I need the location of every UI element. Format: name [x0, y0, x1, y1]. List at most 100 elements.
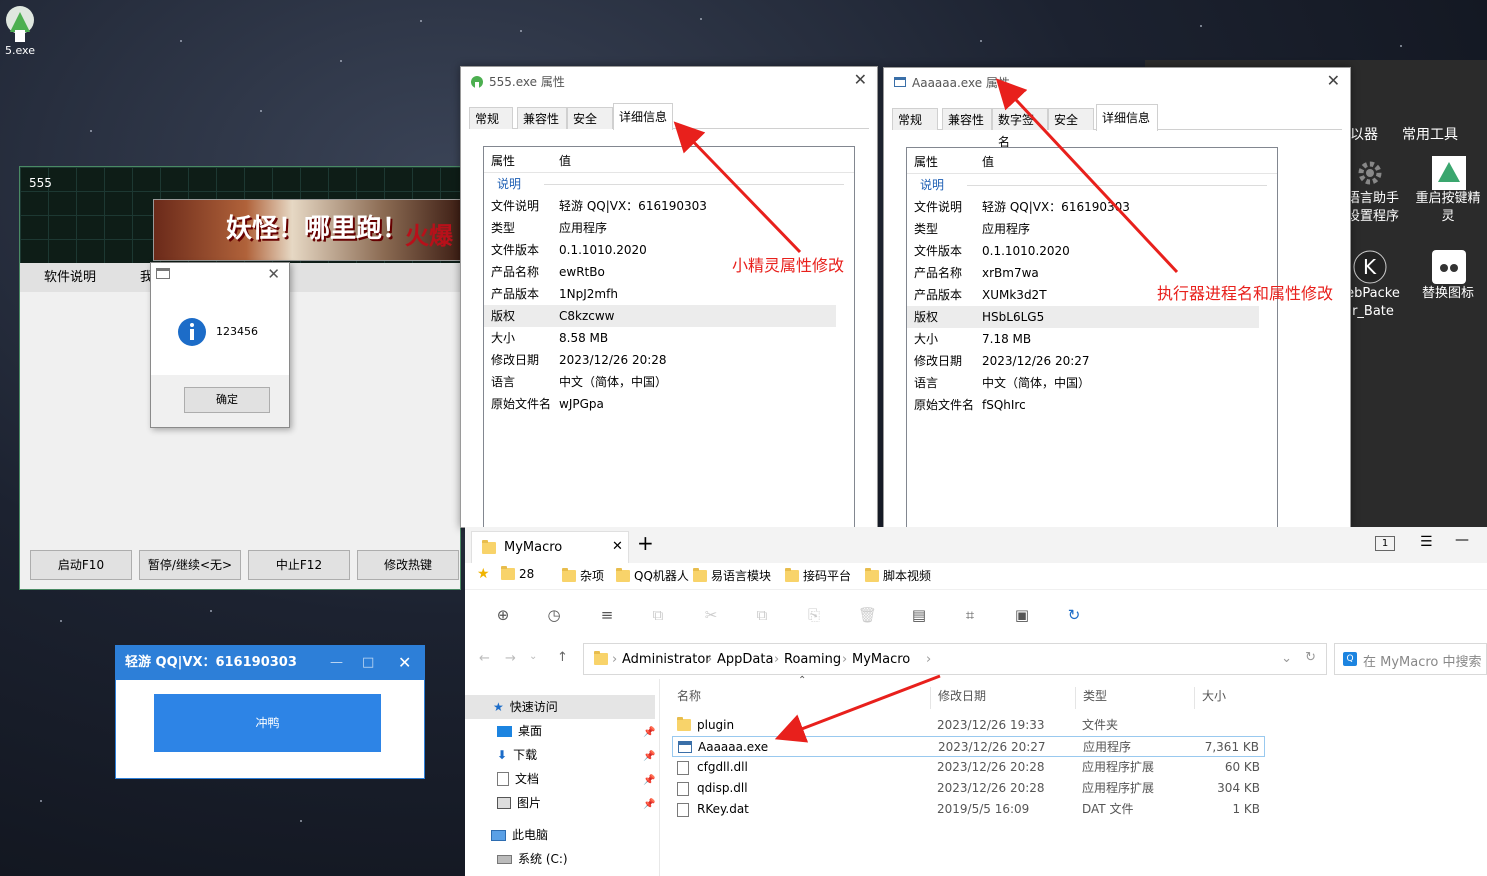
favorite-item[interactable]: 易语言模块	[693, 567, 771, 584]
game-banner[interactable]: 妖怪！哪里跑！ 火爆	[153, 199, 460, 261]
menu-icon[interactable]: ☰	[1420, 534, 1433, 550]
col-value[interactable]: 值	[559, 152, 571, 169]
close-icon[interactable]: ✕	[612, 539, 623, 554]
ok-button[interactable]: 确定	[184, 387, 270, 413]
detail-row[interactable]: 类型 应用程序	[907, 218, 1277, 240]
minimize-icon[interactable]: —	[330, 646, 343, 680]
tab-compatibility[interactable]: 兼容性	[942, 108, 992, 130]
col-size[interactable]: 大小	[1194, 687, 1226, 709]
panel-item-2[interactable]: 重启按键精灵	[1413, 190, 1483, 226]
edit-hotkey-button[interactable]: 修改热键	[357, 550, 459, 580]
stop-button[interactable]: 中止F12	[248, 550, 350, 580]
tab-details[interactable]: 详细信息	[1096, 104, 1158, 131]
nav-documents[interactable]: 文档	[497, 768, 539, 790]
refresh-icon[interactable]: ↻	[1066, 607, 1082, 623]
detail-row[interactable]: 修改日期 2023/12/26 20:28	[484, 349, 854, 371]
file-row[interactable]: qdisp.dll 2023/12/26 20:28 应用程序扩展 304 KB	[672, 778, 1265, 799]
favorite-item[interactable]: 28	[501, 566, 534, 581]
rename-icon[interactable]: ⎘	[806, 607, 822, 623]
crop-icon[interactable]: ⌗	[962, 607, 978, 623]
tab-general[interactable]: 常规	[469, 107, 513, 129]
panel-item-4[interactable]: 替换图标	[1413, 285, 1483, 303]
file-row[interactable]: cfgdll.dll 2023/12/26 20:28 应用程序扩展 60 KB	[672, 757, 1265, 778]
chevron-right-icon[interactable]: ›	[774, 652, 779, 667]
pin-icon[interactable]: 📌	[643, 799, 655, 810]
page-indicator[interactable]: 1	[1375, 536, 1395, 551]
nav-downloads[interactable]: ⬇ 下载	[497, 744, 537, 766]
pause-resume-button[interactable]: 暂停/继续<无>	[139, 550, 241, 580]
nav-desktop[interactable]: 桌面	[497, 720, 542, 742]
detail-row[interactable]: 修改日期 2023/12/26 20:27	[907, 350, 1277, 372]
favorite-item[interactable]: 脚本视频	[865, 567, 931, 584]
favorite-item[interactable]: 接码平台	[785, 567, 851, 584]
detail-row[interactable]: 产品版本 1NpJ2mfh	[484, 283, 854, 305]
breadcrumb-item[interactable]: Roaming	[784, 652, 841, 667]
close-icon[interactable]: ✕	[398, 646, 411, 680]
search-box[interactable]: Q 在 MyMacro 中搜索	[1334, 643, 1487, 675]
chevron-right-icon[interactable]: ›	[842, 652, 847, 667]
cut-icon[interactable]: ✂	[703, 607, 719, 623]
properties-icon[interactable]: ▤	[911, 607, 927, 623]
star-icon[interactable]: ★	[477, 566, 490, 582]
tab-mymacro[interactable]: MyMacro ✕	[471, 531, 629, 563]
tab-details[interactable]: 详细信息	[613, 103, 673, 130]
detail-row[interactable]: 语言 中文（简体，中国）	[484, 371, 854, 393]
close-icon[interactable]: ✕	[854, 70, 867, 89]
col-attribute[interactable]: 属性	[914, 153, 938, 170]
tab-security[interactable]: 安全	[1048, 108, 1094, 130]
up-icon[interactable]: ↑	[557, 650, 568, 665]
detail-row[interactable]: 大小 8.58 MB	[484, 327, 854, 349]
back-icon[interactable]: ←	[479, 651, 490, 666]
nav-quick-access[interactable]: ★ 快速访问	[493, 696, 558, 718]
pin-icon[interactable]: 📌	[643, 775, 655, 786]
tab-compatibility[interactable]: 兼容性	[517, 107, 567, 129]
file-row[interactable]: Aaaaaa.exe 2023/12/26 20:27 应用程序 7,361 KB	[672, 736, 1265, 757]
detail-row[interactable]: 版权 HSbL6LG5	[907, 306, 1259, 328]
file-row[interactable]: plugin 2023/12/26 19:33 文件夹	[672, 715, 1265, 736]
file-row[interactable]: RKey.dat 2019/5/5 16:09 DAT 文件 1 KB	[672, 799, 1265, 820]
chevron-right-icon[interactable]: ›	[926, 652, 931, 667]
minimize-icon[interactable]: —	[1455, 532, 1469, 548]
breadcrumb-item[interactable]: MyMacro	[852, 652, 910, 667]
forward-icon[interactable]: →	[505, 651, 516, 666]
breadcrumb-item[interactable]: AppData	[717, 652, 773, 667]
detail-row[interactable]: 类型 应用程序	[484, 217, 854, 239]
tab-security[interactable]: 安全	[567, 107, 613, 129]
new-item-icon[interactable]: ⊕	[495, 607, 511, 623]
view-icon[interactable]: ≡	[599, 607, 615, 623]
address-bar[interactable]: › Administrator › AppData › Roaming › MyMacro › …	[583, 643, 1327, 675]
col-type[interactable]: 类型	[1075, 687, 1107, 709]
go-button[interactable]: 冲鸭	[154, 694, 381, 752]
chevron-down-icon[interactable]: ⌄	[1281, 651, 1292, 666]
start-button[interactable]: 启动F10	[30, 550, 132, 580]
history-icon[interactable]: ◷	[546, 607, 562, 623]
favorite-item[interactable]: 杂项	[562, 567, 604, 584]
save-icon[interactable]: ▣	[1014, 607, 1030, 623]
detail-row[interactable]: 大小 7.18 MB	[907, 328, 1277, 350]
detail-row[interactable]: 文件版本 0.1.1010.2020	[907, 240, 1277, 262]
delete-icon[interactable]: 🗑	[858, 607, 877, 623]
detail-row[interactable]: 原始文件名 fSQhIrc	[907, 394, 1277, 416]
maximize-icon[interactable]: □	[362, 646, 374, 680]
nav-drive-c[interactable]: 系统 (C:)	[497, 848, 568, 870]
detail-row[interactable]: 文件说明 轻游 QQ|VX：616190303	[907, 196, 1277, 218]
detail-row[interactable]: 语言 中文（简体，中国）	[907, 372, 1277, 394]
favorite-item[interactable]: QQ机器人	[616, 567, 689, 584]
breadcrumb-item[interactable]: Administrator	[622, 652, 711, 667]
pin-icon[interactable]: 📌	[643, 751, 655, 762]
paste-icon[interactable]: ⧉	[754, 607, 770, 623]
col-attribute[interactable]: 属性	[491, 152, 515, 169]
close-icon[interactable]: ✕	[1327, 71, 1340, 90]
tab-general[interactable]: 常规	[892, 108, 938, 130]
new-tab-icon[interactable]: +	[637, 531, 654, 555]
tab-digital-signature[interactable]: 数字签名	[992, 108, 1048, 149]
nav-this-pc[interactable]: 此电脑	[491, 824, 548, 846]
nav-pictures[interactable]: 图片	[497, 792, 541, 814]
chevron-right-icon[interactable]: ›	[707, 652, 712, 667]
refresh-icon[interactable]: ↻	[1305, 650, 1316, 665]
detail-row[interactable]: 文件说明 轻游 QQ|VX：616190303	[484, 195, 854, 217]
chevron-right-icon[interactable]: ›	[612, 652, 617, 667]
pin-icon[interactable]: 📌	[643, 727, 655, 738]
col-name[interactable]: 名称	[677, 687, 701, 704]
chevron-down-icon[interactable]: ⌄	[529, 651, 537, 662]
